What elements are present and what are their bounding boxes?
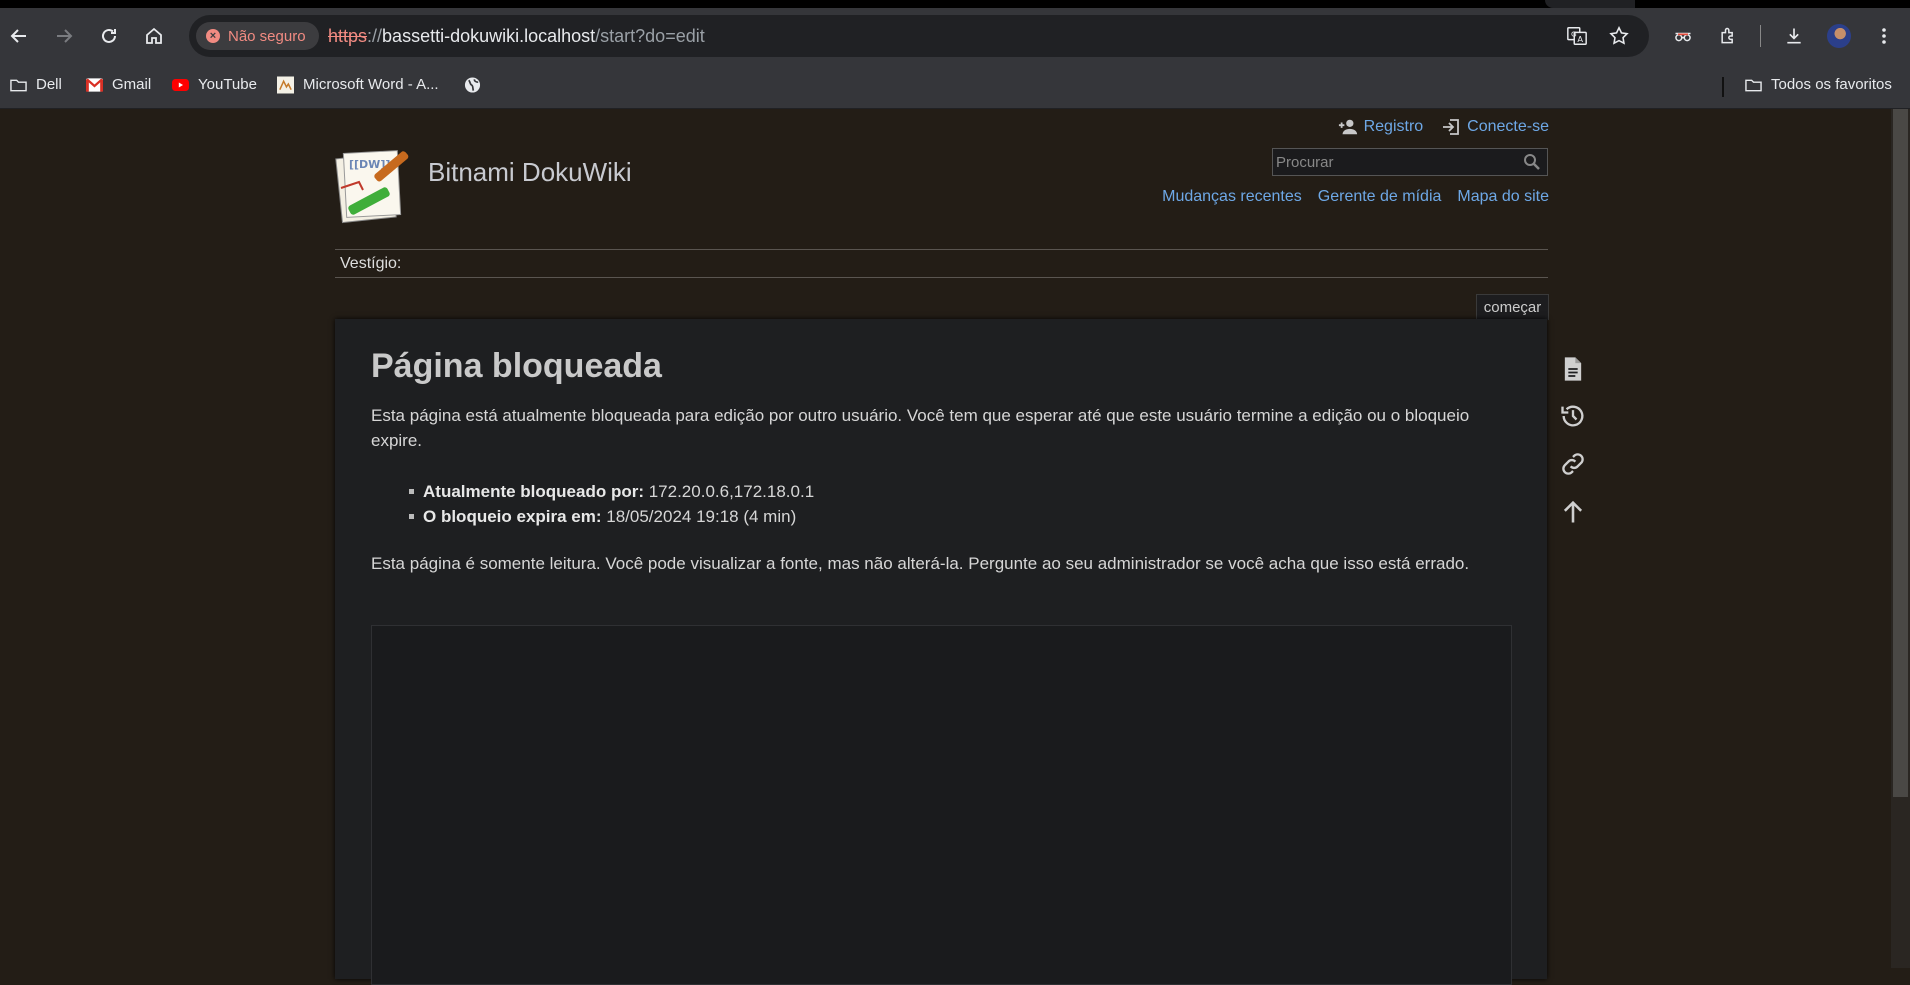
profile-button[interactable] bbox=[1823, 20, 1855, 52]
home-icon bbox=[146, 27, 162, 44]
scrollbar-thumb[interactable] bbox=[1893, 109, 1908, 797]
bookmarks-bar: Dell Gmail YouTube Microsoft Word - A...… bbox=[0, 65, 1910, 109]
arrow-up-icon bbox=[1563, 500, 1583, 523]
back-button[interactable] bbox=[3, 20, 35, 52]
media-manager-link[interactable]: Gerente de mídia bbox=[1318, 188, 1442, 206]
site-tools: Mudanças recentes Gerente de mídia Mapa … bbox=[1162, 188, 1549, 206]
backlinks-button[interactable] bbox=[1556, 447, 1590, 481]
svg-text:A: A bbox=[1577, 34, 1583, 44]
reload-button[interactable] bbox=[93, 20, 125, 52]
register-label: Registro bbox=[1363, 118, 1424, 135]
word-doc-icon bbox=[277, 76, 294, 93]
page-id-tab[interactable]: começar bbox=[1476, 294, 1549, 320]
youtube-icon bbox=[172, 76, 189, 93]
bookmark-globe[interactable] bbox=[464, 76, 481, 93]
lock-notice: Esta página está atualmente bloqueada pa… bbox=[371, 406, 1470, 450]
dokuwiki-logo[interactable]: [[DW]] bbox=[335, 144, 417, 226]
svg-text:G: G bbox=[1571, 29, 1577, 38]
browser-toolbar: × Não seguro https://bassetti-dokuwiki.l… bbox=[0, 8, 1910, 65]
add-user-icon bbox=[1338, 119, 1357, 135]
sitemap-link[interactable]: Mapa do site bbox=[1457, 188, 1549, 206]
incognito-extension-button[interactable] bbox=[1667, 20, 1699, 52]
search-box bbox=[1272, 148, 1548, 176]
list-item: Atualmente bloqueado por: 172.20.0.6,172… bbox=[407, 479, 814, 504]
download-icon bbox=[1787, 28, 1801, 44]
back-arrow-icon bbox=[10, 29, 26, 43]
bookmark-star-icon[interactable] bbox=[1607, 24, 1631, 48]
spy-extension-icon bbox=[1675, 32, 1691, 42]
login-icon bbox=[1443, 119, 1460, 135]
bookmark-label: Dell bbox=[36, 76, 62, 93]
page-title: Página bloqueada bbox=[371, 347, 662, 385]
locked-by-label: Atualmente bloqueado por: bbox=[423, 482, 644, 501]
security-chip-label: Não seguro bbox=[228, 27, 306, 45]
menu-button[interactable] bbox=[1868, 20, 1900, 52]
forward-arrow-icon bbox=[57, 29, 73, 43]
tab-edge bbox=[1545, 0, 1635, 8]
globe-icon bbox=[464, 76, 481, 93]
bookmark-gmail[interactable]: Gmail bbox=[86, 76, 151, 93]
document-icon bbox=[1564, 357, 1582, 381]
bookmarks-separator bbox=[1722, 77, 1724, 97]
link-icon bbox=[1562, 453, 1584, 475]
divider bbox=[335, 277, 1548, 278]
folder-icon bbox=[10, 76, 27, 93]
bookmark-youtube[interactable]: YouTube bbox=[172, 76, 257, 93]
show-page-button[interactable] bbox=[1556, 352, 1590, 386]
security-chip[interactable]: × Não seguro bbox=[196, 22, 319, 50]
old-revisions-button[interactable] bbox=[1556, 399, 1590, 433]
translate-icon[interactable]: AG bbox=[1565, 24, 1589, 48]
history-icon bbox=[1561, 405, 1584, 427]
avatar bbox=[1827, 24, 1851, 48]
breadcrumb: Vestígio: bbox=[340, 255, 402, 272]
lock-expires-value: 18/05/2024 19:18 (4 min) bbox=[601, 507, 797, 526]
login-label: Conecte-se bbox=[1467, 118, 1549, 135]
extensions-button[interactable] bbox=[1712, 20, 1744, 52]
site-title[interactable]: Bitnami DokuWiki bbox=[428, 157, 632, 188]
divider bbox=[335, 249, 1548, 250]
downloads-button[interactable] bbox=[1778, 20, 1810, 52]
locked-by-value: 172.20.0.6,172.18.0.1 bbox=[644, 482, 815, 501]
kebab-menu-icon bbox=[1882, 28, 1886, 44]
home-button[interactable] bbox=[138, 20, 170, 52]
reload-icon bbox=[102, 28, 116, 43]
gmail-icon bbox=[86, 76, 103, 93]
tab-strip bbox=[0, 0, 1910, 8]
folder-icon bbox=[1745, 76, 1762, 93]
bookmark-word-doc[interactable]: Microsoft Word - A... bbox=[277, 76, 439, 93]
main-content: Página bloqueada Esta página está atualm… bbox=[335, 319, 1547, 985]
bookmark-label: Gmail bbox=[112, 76, 152, 93]
url-host: bassetti-dokuwiki.localhost bbox=[382, 26, 596, 46]
puzzle-icon bbox=[1721, 27, 1733, 44]
page-scrollbar[interactable] bbox=[1891, 109, 1910, 968]
search-icon[interactable] bbox=[1523, 153, 1541, 171]
user-tools: Registro Conecte-se bbox=[1338, 118, 1549, 136]
bookmark-label: Microsoft Word - A... bbox=[303, 76, 439, 93]
all-bookmarks-label: Todos os favoritos bbox=[1771, 76, 1892, 93]
bookmark-dell[interactable]: Dell bbox=[10, 76, 62, 93]
toolbar-divider bbox=[1760, 25, 1761, 47]
recent-changes-link[interactable]: Mudanças recentes bbox=[1162, 188, 1302, 206]
bookmark-label: YouTube bbox=[198, 76, 257, 93]
readonly-notice: Esta página é somente leitura. Você pode… bbox=[371, 554, 1470, 573]
list-item: O bloqueio expira em: 18/05/2024 19:18 (… bbox=[407, 504, 814, 529]
url-separator: :// bbox=[367, 26, 383, 46]
address-bar[interactable]: × Não seguro https://bassetti-dokuwiki.l… bbox=[189, 15, 1649, 57]
url-path: /start?do=edit bbox=[595, 26, 705, 46]
register-link[interactable]: Registro bbox=[1338, 118, 1424, 136]
insecure-icon: × bbox=[206, 29, 220, 43]
back-to-top-button[interactable] bbox=[1556, 495, 1590, 529]
login-link[interactable]: Conecte-se bbox=[1441, 118, 1549, 136]
search-input[interactable] bbox=[1273, 149, 1516, 175]
all-bookmarks-button[interactable]: Todos os favoritos bbox=[1745, 76, 1892, 93]
lock-details: Atualmente bloqueado por: 172.20.0.6,172… bbox=[407, 479, 814, 529]
lock-expires-label: O bloqueio expira em: bbox=[423, 507, 602, 526]
forward-button[interactable] bbox=[48, 20, 80, 52]
source-textarea[interactable] bbox=[371, 625, 1512, 985]
url-scheme: https bbox=[328, 26, 368, 46]
url-text: https://bassetti-dokuwiki.localhost/star… bbox=[328, 26, 705, 47]
